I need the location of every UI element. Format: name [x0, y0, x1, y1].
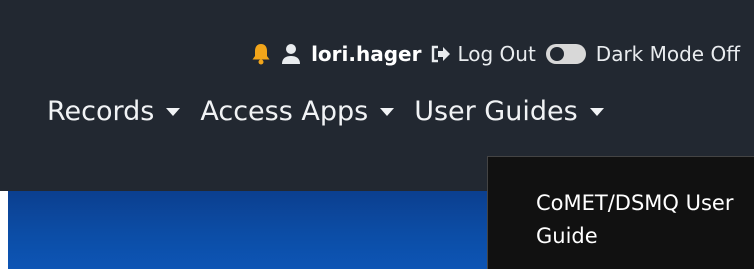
menu-user-guides[interactable]: User Guides	[414, 96, 604, 127]
dropdown-item-comet-dsmq-user-guide[interactable]: CoMET/DSMQ User Guide	[536, 187, 746, 253]
user-guides-dropdown: CoMET/DSMQ User Guide	[487, 156, 754, 269]
menu-user-guides-label: User Guides	[414, 96, 578, 127]
toggle-knob	[549, 47, 564, 61]
logout-button[interactable]: Log Out	[431, 42, 536, 66]
page: lori.hager Log Out Dark Mode Off Records	[0, 0, 754, 269]
main-menu: Records Access Apps User Guides	[47, 96, 604, 127]
menu-records-label: Records	[47, 96, 155, 127]
menu-access-apps[interactable]: Access Apps	[200, 96, 395, 127]
menu-records[interactable]: Records	[47, 96, 181, 127]
logout-label: Log Out	[457, 42, 536, 66]
bell-icon[interactable]	[251, 43, 271, 65]
username[interactable]: lori.hager	[311, 42, 421, 66]
menu-access-apps-label: Access Apps	[200, 96, 369, 127]
dark-mode-toggle[interactable]	[545, 44, 586, 64]
caret-down-icon	[380, 107, 395, 116]
sign-out-icon	[431, 45, 451, 63]
dark-mode-label: Dark Mode Off	[595, 42, 740, 66]
user-bar: lori.hager Log Out Dark Mode Off	[251, 36, 740, 72]
caret-down-icon	[166, 107, 181, 116]
caret-down-icon	[589, 107, 604, 116]
user-icon	[281, 43, 301, 65]
page-edge	[0, 191, 8, 269]
